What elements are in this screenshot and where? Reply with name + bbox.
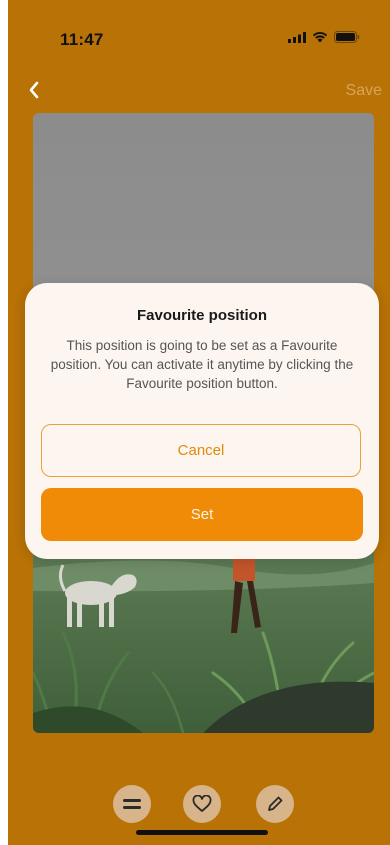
heart-icon: [192, 795, 212, 812]
signal-icon: [288, 31, 306, 43]
back-button[interactable]: [22, 78, 46, 102]
left-edge: [0, 0, 8, 845]
wifi-icon: [312, 31, 328, 43]
status-bar: 11:47: [0, 0, 390, 50]
cancel-button[interactable]: Cancel: [41, 424, 361, 477]
favourite-dialog: Favourite position This position is goin…: [25, 283, 379, 559]
set-button[interactable]: Set: [41, 488, 363, 541]
equals-icon: [123, 799, 141, 809]
home-indicator: [136, 830, 268, 835]
battery-icon: [334, 31, 360, 43]
edit-button[interactable]: [256, 785, 294, 823]
favourite-position-button[interactable]: [183, 785, 221, 823]
save-button[interactable]: Save: [346, 82, 382, 100]
status-icons: [288, 31, 360, 43]
chevron-left-icon: [29, 81, 39, 99]
dialog-message: This position is going to be set as a Fa…: [50, 338, 354, 391]
dialog-title: Favourite position: [136, 307, 267, 324]
nav-bar: Save: [0, 72, 390, 112]
status-time: 11:47: [60, 30, 104, 49]
pencil-icon: [268, 796, 283, 811]
menu-button[interactable]: [113, 785, 151, 823]
app-screen: 11:47 Save Favourite position This posit…: [0, 0, 390, 845]
